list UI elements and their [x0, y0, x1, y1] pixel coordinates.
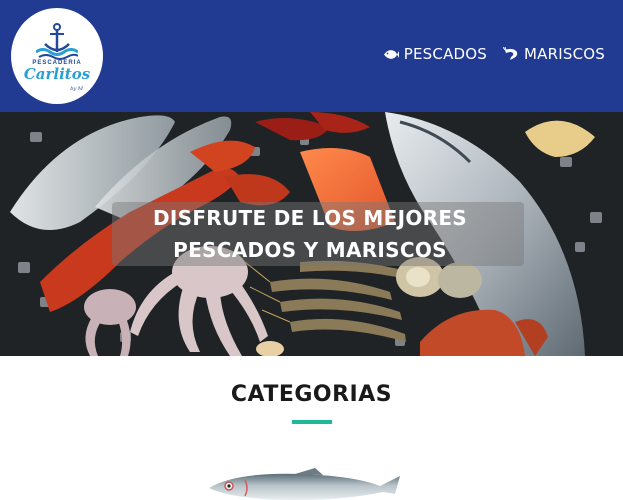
- main-nav: PESCADOS MARISCOS: [383, 45, 605, 63]
- nav-item-mariscos[interactable]: MARISCOS: [503, 45, 605, 63]
- brand-logo[interactable]: PESCADERIA Carlitos by M: [11, 8, 103, 104]
- hero-title: DISFRUTE DE LOS MEJORES PESCADOS Y MARIS…: [152, 206, 468, 262]
- fish-category-image[interactable]: [205, 468, 405, 500]
- nav-label: MARISCOS: [524, 45, 605, 63]
- nav-item-pescados[interactable]: PESCADOS: [383, 45, 487, 63]
- fish-icon: [383, 49, 399, 59]
- title-underline: [292, 420, 332, 424]
- logo-wordmark: Carlitos: [23, 65, 91, 83]
- shrimp-icon: [503, 47, 518, 60]
- site-header: PESCADERIA Carlitos by M PESCADOS MARISC…: [0, 0, 623, 112]
- anchor-icon: [36, 23, 78, 60]
- nav-label: PESCADOS: [403, 45, 488, 63]
- logo-byline: by M: [70, 86, 83, 92]
- section-title: CATEGORIAS: [230, 382, 393, 407]
- hero-banner: DISFRUTE DE LOS MEJORES PESCADOS Y MARIS…: [0, 112, 623, 356]
